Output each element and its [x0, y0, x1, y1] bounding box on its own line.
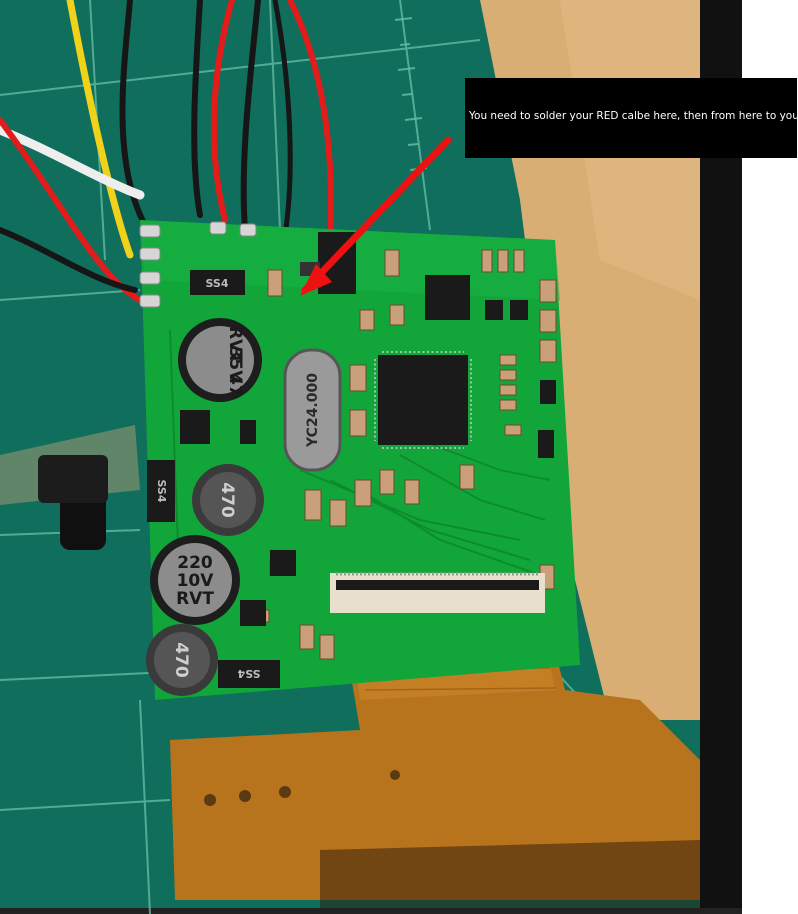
crystal-oscillator: YC24.000	[283, 348, 342, 472]
crystal-label: YC24.000	[305, 373, 321, 448]
inductor-bottom-label: 470	[171, 642, 191, 678]
bottom-border	[0, 908, 742, 914]
diode-side-label: SS4	[155, 479, 168, 502]
diode-bottom: SS4	[218, 660, 280, 688]
cap-label-3: RVT	[225, 326, 245, 364]
cap2-label-3: RVT	[176, 589, 214, 609]
display-edge	[320, 840, 700, 908]
flash-ic	[425, 275, 470, 320]
capacitor-220uf: 220 10V RVT	[150, 535, 240, 625]
diode-bottom-label: SS4	[237, 667, 260, 680]
inductor-mid: 470	[192, 464, 264, 536]
inductor-mid-label: 470	[217, 482, 237, 518]
cap2-label-1: 220	[177, 553, 213, 573]
capacitor-47uf: 47 35V RVT	[178, 318, 262, 402]
diode-side: SS4	[147, 460, 175, 522]
fpc-connector	[330, 572, 545, 613]
diode-top-label: SS4	[205, 277, 228, 290]
inductor-bottom: 470	[146, 624, 218, 696]
diode-top: SS4	[190, 270, 245, 295]
annotation-text: You need to solder your RED calbe here, …	[469, 110, 798, 122]
main-ic	[374, 351, 472, 449]
cap2-label-2: 10V	[177, 571, 215, 591]
